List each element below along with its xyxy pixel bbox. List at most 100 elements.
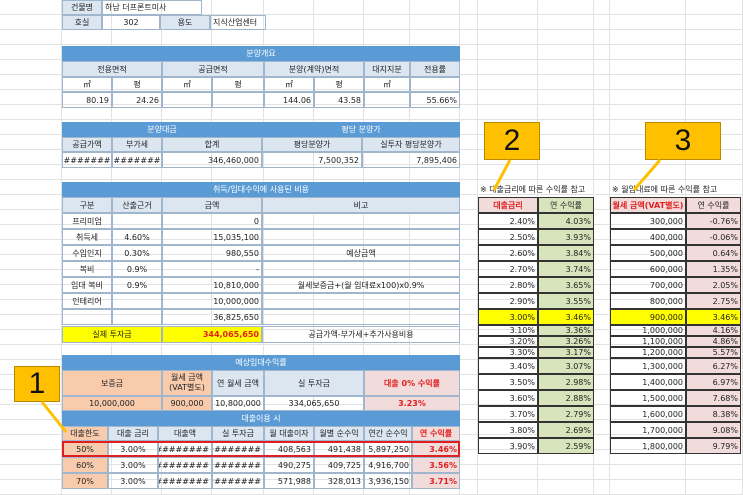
rate-yield[interactable]: 2.69% (538, 422, 594, 438)
rate-value[interactable]: 3.80% (478, 422, 538, 438)
loan-cell[interactable]: ######### (158, 457, 212, 473)
cost-amount[interactable]: 10,810,000 (162, 277, 262, 293)
annual-rent-value[interactable]: 10,800,000 (212, 396, 264, 411)
rate-value[interactable]: 3.60% (478, 390, 538, 406)
rate-yield[interactable]: 3.74% (538, 261, 594, 277)
loan-cell[interactable]: 409,725 (314, 457, 364, 473)
rent-amount[interactable]: 1,100,000 (610, 336, 686, 347)
rate-yield[interactable]: 4.03% (538, 213, 594, 229)
rate-yield[interactable]: 2.59% (538, 438, 594, 454)
rate-value[interactable]: 2.60% (478, 245, 538, 261)
rate-yield[interactable]: 3.26% (538, 336, 594, 347)
supply-price-value[interactable]: ######### (62, 152, 112, 168)
loan-cell[interactable]: 4,916,700 (364, 457, 412, 473)
rate-yield[interactable]: 3.55% (538, 293, 594, 309)
rate-yield[interactable]: 3.84% (538, 245, 594, 261)
rate-yield[interactable]: 3.65% (538, 277, 594, 293)
rate-value[interactable]: 2.90% (478, 293, 538, 309)
loan-cell[interactable]: ######### (212, 473, 264, 489)
contract-pyeong-value[interactable]: 43.58 (314, 92, 364, 108)
cost-basis[interactable]: 0.9% (112, 261, 162, 277)
rent-yield[interactable]: 7.68% (686, 390, 741, 406)
cost-amount[interactable]: 15,035,100 (162, 229, 262, 245)
exclusive-sqm-value[interactable]: 80.19 (62, 92, 112, 108)
rent-yield[interactable]: 6.27% (686, 358, 741, 374)
vat-value[interactable]: ######### (112, 152, 162, 168)
rent-yield[interactable]: 0.64% (686, 245, 741, 261)
unit-value[interactable]: 302 (102, 15, 160, 30)
rent-yield[interactable]: 2.05% (686, 277, 741, 293)
rate-yield[interactable]: 3.07% (538, 358, 594, 374)
rate-yield[interactable]: 3.93% (538, 229, 594, 245)
rate-value[interactable]: 2.50% (478, 229, 538, 245)
rent-yield[interactable]: 4.16% (686, 325, 741, 336)
rate-yield[interactable]: 3.46% (538, 309, 594, 325)
cost-amount[interactable]: - (162, 261, 262, 277)
rate-value[interactable]: 2.40% (478, 213, 538, 229)
rate-value[interactable]: 3.40% (478, 358, 538, 374)
rate-value[interactable]: 2.80% (478, 277, 538, 293)
rent-amount[interactable]: 900,000 (610, 309, 686, 325)
contract-sqm-value[interactable]: 144.06 (264, 92, 314, 108)
rent-amount[interactable]: 1,600,000 (610, 406, 686, 422)
rate-value[interactable]: 3.70% (478, 406, 538, 422)
rate-yield[interactable]: 3.36% (538, 325, 594, 336)
loan-cell[interactable]: 328,013 (314, 473, 364, 489)
rent-yield[interactable]: 4.86% (686, 336, 741, 347)
loan-cell[interactable]: 490,275 (264, 457, 314, 473)
rent-amount[interactable]: 1,000,000 (610, 325, 686, 336)
rent-amount[interactable]: 1,400,000 (610, 374, 686, 390)
rate-value[interactable]: 3.10% (478, 325, 538, 336)
land-share-value[interactable] (364, 92, 410, 108)
rate-yield[interactable]: 2.88% (538, 390, 594, 406)
rent-amount[interactable]: 800,000 (610, 293, 686, 309)
rent-yield[interactable]: -0.06% (686, 229, 741, 245)
rate-value[interactable]: 2.70% (478, 261, 538, 277)
loan-cell[interactable]: 60% (62, 457, 108, 473)
rent-yield[interactable]: 5.57% (686, 347, 741, 358)
actual-investment-value[interactable]: 344,065,650 (162, 326, 262, 343)
cost-amount[interactable]: 10,000,000 (162, 293, 262, 309)
rate-value[interactable]: 3.00% (478, 309, 538, 325)
rent-yield[interactable]: 8.38% (686, 406, 741, 422)
deposit-value[interactable]: 10,000,000 (62, 396, 162, 411)
rate-value[interactable]: 3.50% (478, 374, 538, 390)
rent-yield[interactable]: 2.75% (686, 293, 741, 309)
rent-amount[interactable]: 500,000 (610, 245, 686, 261)
rent-amount[interactable]: 1,200,000 (610, 347, 686, 358)
monthly-rent-value[interactable]: 900,000 (162, 396, 212, 411)
per-pyeong-value[interactable]: 7,500,352 (262, 152, 362, 168)
supply-sqm-value[interactable] (162, 92, 212, 108)
cost-basis[interactable] (112, 213, 162, 229)
total-price-value[interactable]: 346,460,000 (162, 152, 262, 168)
rent-amount[interactable]: 600,000 (610, 261, 686, 277)
rent-yield[interactable]: 1.35% (686, 261, 741, 277)
rent-yield[interactable]: 9.08% (686, 422, 741, 438)
cost-basis[interactable]: 4.60% (112, 229, 162, 245)
rate-yield[interactable]: 2.79% (538, 406, 594, 422)
cost-amount[interactable]: 0 (162, 213, 262, 229)
rate-yield[interactable]: 3.17% (538, 347, 594, 358)
cost-basis[interactable] (112, 309, 162, 325)
rent-amount[interactable]: 1,300,000 (610, 358, 686, 374)
rate-value[interactable]: 3.90% (478, 438, 538, 454)
use-value[interactable]: 지식산업센터 (210, 15, 266, 30)
rent-amount[interactable]: 1,500,000 (610, 390, 686, 406)
rent-yield[interactable]: 9.79% (686, 438, 741, 454)
loan-cell[interactable]: ######### (212, 457, 264, 473)
loan-cell[interactable]: 3.00% (108, 473, 158, 489)
loan-cell[interactable]: ######### (158, 473, 212, 489)
rent-amount[interactable]: 700,000 (610, 277, 686, 293)
rent-yield[interactable]: 6.97% (686, 374, 741, 390)
loan-cell[interactable]: 3.56% (412, 457, 460, 473)
rent-yield[interactable]: 3.46% (686, 309, 741, 325)
rent-yield[interactable]: -0.76% (686, 213, 741, 229)
cost-basis[interactable]: 0.30% (112, 245, 162, 261)
loan-cell[interactable]: 3.00% (108, 457, 158, 473)
cost-basis[interactable] (112, 293, 162, 309)
cost-amount[interactable]: 980,550 (162, 245, 262, 261)
loan-cell[interactable]: 3.71% (412, 473, 460, 489)
building-value[interactable]: 하남 더프론트미사 (102, 0, 202, 15)
exclusive-ratio-value[interactable]: 55.66% (410, 92, 460, 108)
rent-amount[interactable]: 1,700,000 (610, 422, 686, 438)
